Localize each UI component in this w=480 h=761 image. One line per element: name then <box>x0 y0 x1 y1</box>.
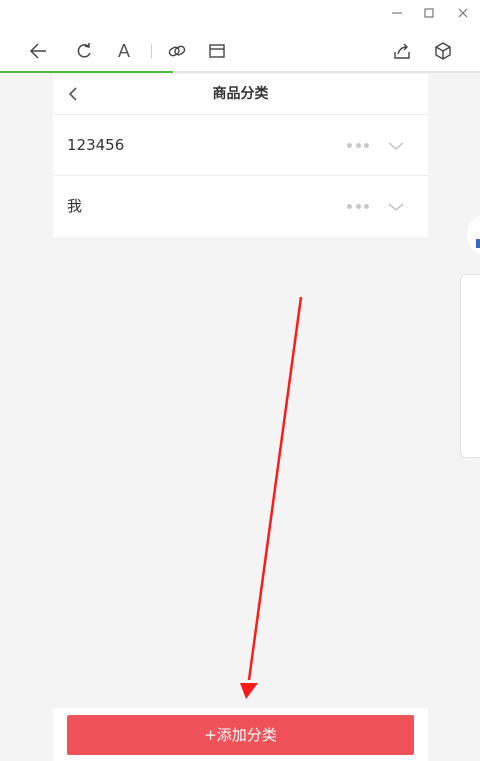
link-icon[interactable] <box>166 40 188 62</box>
loading-progress-bar <box>0 71 480 73</box>
close-icon[interactable] <box>453 4 473 22</box>
back-chevron-icon[interactable] <box>63 84 83 104</box>
minimize-icon[interactable] <box>387 4 407 22</box>
more-dots-icon[interactable] <box>347 200 369 212</box>
nav-bar: 商品分类 <box>53 74 428 115</box>
share-icon[interactable] <box>391 40 413 62</box>
category-row[interactable]: 123456 <box>53 115 428 176</box>
toolbar-separator <box>151 44 152 58</box>
chevron-down-icon[interactable] <box>386 197 406 217</box>
side-panel <box>460 274 480 458</box>
font-icon[interactable]: A <box>113 40 135 62</box>
category-name: 123456 <box>67 136 125 154</box>
window-titlebar <box>0 0 480 28</box>
side-float-button[interactable] <box>467 214 480 256</box>
page-title: 商品分类 <box>212 86 269 102</box>
bottom-bar: +添加分类 <box>53 708 428 761</box>
side-float-mark <box>476 239 480 248</box>
more-dots-icon[interactable] <box>347 139 369 151</box>
refresh-icon[interactable] <box>73 40 95 62</box>
category-page: 商品分类 123456 我 +添加分类 <box>53 74 428 761</box>
category-list: 123456 我 <box>53 115 428 237</box>
back-arrow-icon[interactable] <box>27 40 49 62</box>
browser-toolbar: A <box>0 28 480 73</box>
add-category-button[interactable]: +添加分类 <box>67 715 414 755</box>
chevron-down-icon[interactable] <box>386 136 406 156</box>
category-name: 我 <box>67 197 83 215</box>
category-row[interactable]: 我 <box>53 176 428 237</box>
window-icon[interactable] <box>206 40 228 62</box>
loading-progress-fill <box>0 71 173 73</box>
maximize-icon[interactable] <box>419 4 439 22</box>
cube-icon[interactable] <box>432 40 454 62</box>
